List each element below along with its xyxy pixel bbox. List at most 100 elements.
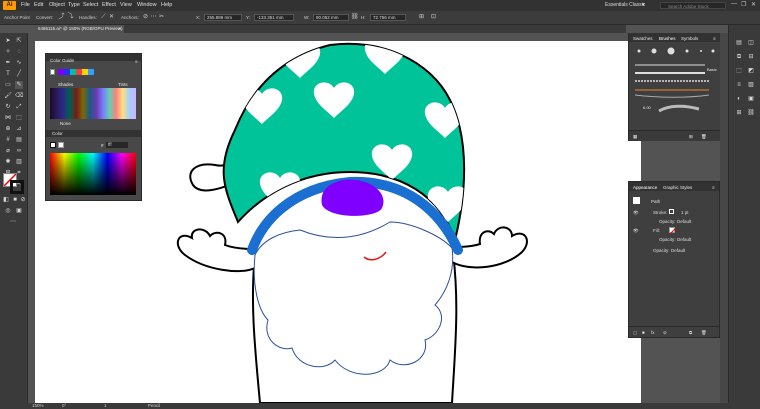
default-colors-icon[interactable]: ◧ — [2, 196, 10, 204]
menu-effect[interactable]: Effect — [102, 2, 116, 8]
menu-object[interactable]: Object — [49, 2, 65, 8]
screen-mode-icon[interactable]: ▣ — [15, 207, 23, 215]
document-tab[interactable]: 6486115.ai* @ 150% (RGB/GPU Preview) × — [34, 25, 124, 33]
panel-menu-icon[interactable]: ≡ — [135, 59, 138, 64]
direct-selection-tool-icon[interactable]: ⇱ — [15, 37, 23, 45]
tab-color-guide[interactable]: Color Guide — [50, 58, 74, 63]
stroke-weight[interactable]: 1 pt — [681, 210, 689, 215]
rectangle-tool-icon[interactable]: ▭ — [4, 81, 12, 89]
tab-graphic-styles[interactable]: Graphic Styles — [663, 185, 692, 190]
visibility-eye-icon[interactable]: 👁 — [633, 210, 639, 216]
convert-corner-icon[interactable]: ⤴ — [58, 14, 65, 21]
fill-color-box[interactable] — [50, 142, 56, 148]
image-trace-icon[interactable]: ▣ — [747, 95, 755, 103]
layers-icon[interactable]: ◫ — [747, 39, 755, 47]
menu-window[interactable]: Window — [137, 2, 157, 8]
workspace-switcher[interactable]: Essentials Classic — [605, 2, 645, 8]
symbol-sprayer-tool-icon[interactable]: ✺ — [4, 158, 12, 166]
zoom-level[interactable]: 150% — [32, 403, 44, 409]
color-mode-icon[interactable]: ■ — [11, 196, 19, 204]
align-icon[interactable]: ⊟ — [747, 53, 755, 61]
menu-help[interactable]: Help — [161, 2, 172, 8]
stroke-swatch[interactable] — [10, 180, 24, 194]
none-mode-icon[interactable]: ⊘ — [19, 196, 27, 204]
visibility-eye-icon[interactable]: 👁 — [633, 228, 639, 234]
pencil-tool-icon[interactable]: ✎ — [15, 81, 23, 89]
tab-swatches[interactable]: Swatches — [633, 36, 653, 41]
opacity-label[interactable]: Opacity: — [653, 248, 670, 253]
transform-icon[interactable]: ⊞ — [418, 14, 425, 21]
link-proportions-icon[interactable]: ⛓ — [351, 14, 359, 21]
tab-color[interactable]: Color — [52, 131, 63, 136]
paintbrush-tool-icon[interactable]: 🖌 — [4, 92, 12, 100]
line-tool-icon[interactable]: ╱ — [15, 70, 23, 78]
magic-wand-tool-icon[interactable]: ✧ — [4, 48, 12, 56]
gradient-panel-icon[interactable]: ▧ — [747, 81, 755, 89]
rotation-angle[interactable]: 0° — [62, 403, 66, 409]
edit-toolbar-icon[interactable]: ⋯ — [9, 218, 17, 226]
width-tool-icon[interactable]: ⋈ — [4, 114, 12, 122]
gradient-tool-icon[interactable]: ▤ — [15, 136, 23, 144]
perspective-tool-icon[interactable]: ⊿ — [15, 125, 23, 133]
duplicate-item-icon[interactable]: ⧉ — [689, 330, 692, 335]
stock-search-input[interactable]: Search Adobe Stock — [660, 2, 726, 9]
opacity-label[interactable]: Opacity: — [659, 237, 676, 242]
properties-icon[interactable]: ▤ — [735, 39, 743, 47]
eraser-tool-icon[interactable]: ⌫ — [15, 92, 23, 100]
stroke-color-box[interactable] — [58, 142, 64, 148]
brush-library-icon[interactable]: ▦ — [633, 134, 637, 140]
handle-hide-icon[interactable]: ✕ — [108, 14, 115, 21]
stroke-label[interactable]: Stroke: — [653, 210, 667, 215]
fill-label[interactable]: Fill: — [653, 228, 660, 233]
opacity-label[interactable]: Opacity: — [659, 219, 676, 224]
width-field[interactable]: 80.052 mm — [313, 14, 349, 21]
pen-tool-icon[interactable]: ✒ — [4, 59, 12, 67]
vertical-scrollbar[interactable] — [720, 33, 728, 403]
lasso-tool-icon[interactable]: ◌ — [15, 48, 23, 56]
brush-previews[interactable] — [629, 43, 721, 141]
stroke-swatch-appearance[interactable] — [669, 209, 674, 214]
eyedropper-tool-icon[interactable]: ⌀ — [4, 147, 12, 155]
clear-appearance-icon[interactable]: ⊘ — [663, 330, 667, 336]
minimize-button[interactable]: — — [731, 1, 737, 7]
type-tool-icon[interactable]: T — [4, 70, 12, 78]
new-brush-icon[interactable]: ⊞ — [689, 134, 693, 140]
mesh-tool-icon[interactable]: # — [4, 136, 12, 144]
transform-panel-icon[interactable]: ⬚ — [735, 67, 743, 75]
menu-type[interactable]: Type — [68, 2, 80, 8]
delete-brush-icon[interactable]: 🗑 — [701, 134, 707, 140]
close-tab-icon[interactable]: × — [118, 25, 121, 33]
connect-anchor-icon[interactable]: ⋯ — [150, 14, 157, 21]
fx-button[interactable]: fx — [651, 330, 655, 335]
x-field[interactable]: 255.889 mm — [204, 14, 242, 21]
menu-edit[interactable]: Edit — [34, 2, 43, 8]
current-tool[interactable]: Pencil — [148, 403, 160, 409]
artboard-number[interactable]: 1 — [104, 403, 107, 409]
isolate-icon[interactable]: ⊡ — [430, 14, 437, 21]
color-guide-grid[interactable] — [50, 88, 136, 119]
menu-file[interactable]: File — [21, 2, 30, 8]
libraries-icon[interactable]: ⧉ — [735, 53, 743, 61]
rotate-tool-icon[interactable]: ↻ — [4, 103, 12, 111]
shape-builder-tool-icon[interactable]: ⊕ — [4, 125, 12, 133]
artboards-icon[interactable]: ⊞ — [735, 109, 743, 117]
close-button[interactable]: ✕ — [751, 1, 756, 8]
cut-path-icon[interactable]: ✂ — [158, 14, 165, 21]
add-fill-icon[interactable]: ■ — [642, 330, 645, 335]
stroke-panel-icon[interactable]: ≡ — [735, 81, 743, 89]
convert-smooth-icon[interactable]: ⤵ — [67, 14, 74, 21]
graph-tool-icon[interactable]: ▥ — [15, 158, 23, 166]
pathfinder-icon[interactable]: ◩ — [747, 67, 755, 75]
menu-view[interactable]: View — [120, 2, 132, 8]
base-color-swatch[interactable] — [50, 69, 55, 75]
harmony-swatches[interactable] — [58, 69, 94, 75]
blend-tool-icon[interactable]: ∞ — [15, 147, 23, 155]
free-transform-tool-icon[interactable]: ⬚ — [15, 114, 23, 122]
add-stroke-icon[interactable]: ▢ — [633, 330, 637, 336]
hex-field[interactable]: fff — [106, 142, 128, 148]
y-field[interactable]: -133.351 mm — [254, 14, 294, 21]
links-icon[interactable]: ⛓ — [747, 109, 755, 117]
tab-symbols[interactable]: Symbols — [681, 36, 698, 41]
chevron-down-icon[interactable]: ▾ — [642, 2, 645, 8]
color-spectrum[interactable] — [50, 153, 136, 195]
